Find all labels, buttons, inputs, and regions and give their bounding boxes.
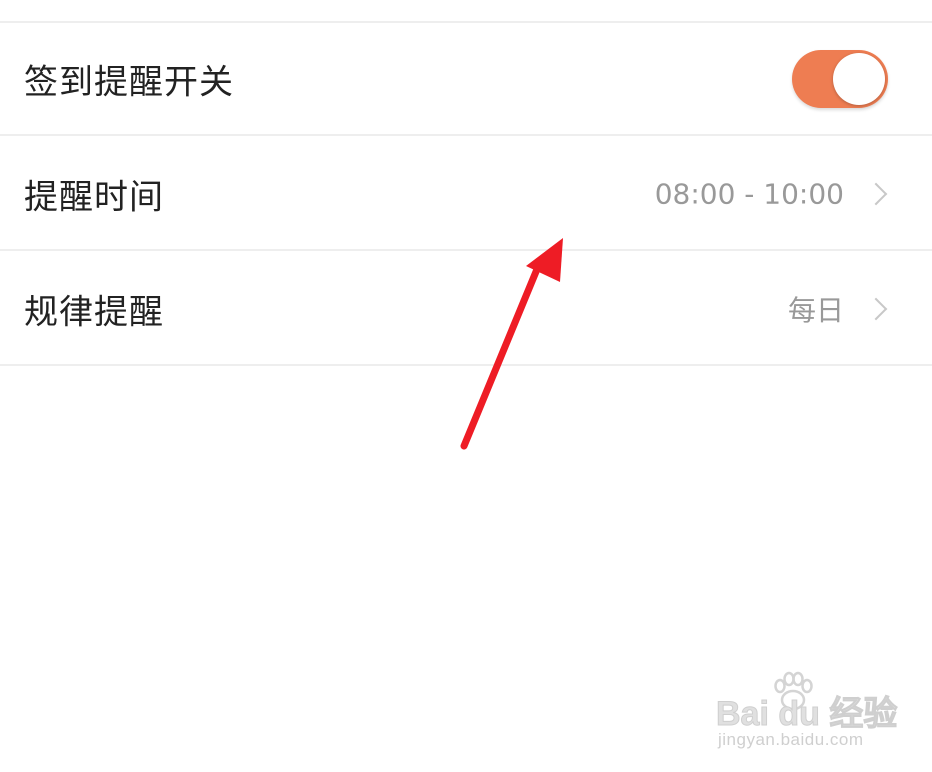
regular-reminder-value: 每日 bbox=[787, 293, 844, 327]
row-label: 规律提醒 bbox=[24, 292, 164, 332]
chevron-right-icon bbox=[864, 297, 888, 320]
chevron-right-icon bbox=[864, 182, 888, 205]
reminder-time-value: 08:00 - 10:00 bbox=[654, 177, 844, 210]
watermark-logo-text: Bai du 经验 bbox=[715, 695, 898, 734]
row-regular-reminder[interactable]: 规律提醒 每日 bbox=[0, 253, 932, 366]
baidu-jingyan-watermark: Bai du 经验 jingyan.baidu.com bbox=[712, 668, 898, 758]
row-label: 提醒时间 bbox=[24, 177, 164, 217]
settings-page: 签到提醒开关 提醒时间 08:00 - 10:00 规律提醒 每日 Bai du… bbox=[0, 0, 932, 772]
checkin-reminder-toggle[interactable] bbox=[792, 49, 888, 108]
row-reminder-time[interactable]: 提醒时间 08:00 - 10:00 bbox=[0, 138, 932, 251]
toggle-knob bbox=[833, 52, 885, 105]
row-label: 签到提醒开关 bbox=[24, 62, 234, 102]
watermark-url: jingyan.baidu.com bbox=[718, 730, 864, 749]
row-checkin-reminder-switch: 签到提醒开关 bbox=[0, 23, 932, 136]
